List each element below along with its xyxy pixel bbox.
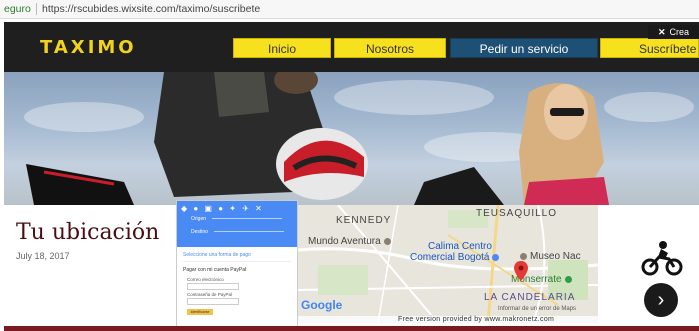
password-field[interactable] [187,298,239,305]
address-divider [36,3,37,15]
nav-pedir-servicio[interactable]: Pedir un servicio [450,38,598,58]
free-version-notice[interactable]: Free version provided by www.makronetz.c… [398,316,554,323]
site-logo[interactable]: TAXIMO [40,37,137,58]
nav-nosotros[interactable]: Nosotros [334,38,446,58]
shopping-icon [492,253,500,261]
transport-icons[interactable]: ◆ ● ▣ ● ✦ ✈ ✕ [181,204,264,213]
secure-label: eguro [4,3,31,15]
destination-field[interactable]: Destino [191,229,284,235]
close-icon[interactable]: ✕ [658,27,666,37]
paypal-option[interactable]: Pagar con mi cuenta PayPal [177,265,297,275]
submit-button[interactable]: Identificarse [187,309,213,315]
email-label: Correo electrónico [187,277,224,282]
map-label-teusaquillo: TEUSAQUILLO [476,208,558,219]
map-label-mundo-aventura: Mundo Aventura [308,236,391,247]
destination-line [213,231,284,233]
map-pin-icon[interactable] [514,261,528,281]
poi-icon [383,237,391,245]
museum-icon [520,252,527,260]
nav-inicio[interactable]: Inicio [233,38,331,58]
wix-create-banner[interactable]: ✕ Crea [648,25,699,39]
url-text[interactable]: https://rscubides.wixsite.com/taximo/sus… [42,0,260,18]
hero-image [4,72,699,205]
nav-suscribete[interactable]: Suscríbete [600,38,699,58]
map-label-kennedy: KENNEDY [336,215,392,226]
browser-address-bar[interactable]: eguro https://rscubides.wixsite.com/taxi… [0,0,699,19]
page-title: Tu ubicación [16,220,160,245]
map-label-calima: Calima Centro [428,241,492,252]
divider [183,261,291,262]
email-field[interactable] [187,283,239,290]
origin-field[interactable]: Origen [191,216,283,222]
wix-create-label: Crea [669,27,690,37]
post-date: July 18, 2017 [16,251,70,261]
map-label-candelaria: LA CANDELARIA [484,292,576,303]
park-icon [564,275,572,283]
origin-label: Origen [191,216,207,222]
origin-line [212,218,283,220]
password-label: Contraseña de PayPal [187,292,233,297]
bottom-bar [4,326,699,331]
map-label-comercial: Comercial Bogotá [410,252,500,263]
motorcycle-icon [641,241,683,276]
destination-label: Destino [191,229,208,235]
directions-header: ◆ ● ▣ ● ✦ ✈ ✕ Origen Destino [177,201,297,247]
directions-panel: ◆ ● ▣ ● ✦ ✈ ✕ Origen Destino Seleccione … [176,200,298,330]
hero-scene [26,72,609,205]
map-label-museo: Museo Nac [520,251,581,262]
next-arrow-button[interactable]: › [644,283,678,317]
report-map-error-link[interactable]: Informar de un error de Maps [498,306,576,312]
select-payment-label: Seleccione una forma de pago [183,252,251,258]
google-logo: Google [301,298,343,312]
